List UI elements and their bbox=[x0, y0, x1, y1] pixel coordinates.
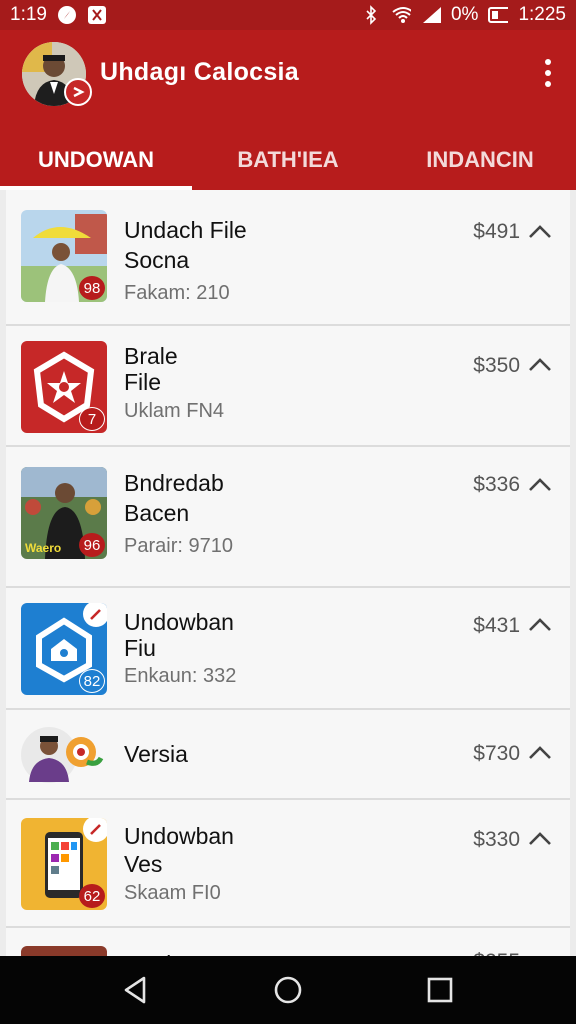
item-thumbnail bbox=[21, 722, 107, 788]
app-title: Uhdagı Calocsia bbox=[100, 58, 299, 86]
item-count-badge: 96 bbox=[79, 533, 105, 557]
list-item[interactable]: Versia $730 bbox=[6, 710, 570, 800]
item-title-line2: File bbox=[124, 369, 162, 395]
thumbnail-label: Waero bbox=[25, 541, 62, 555]
item-price: $350 bbox=[473, 354, 520, 377]
item-title-line1: Undowban bbox=[124, 609, 234, 635]
chevron-up-icon[interactable] bbox=[526, 829, 554, 849]
item-count-badge: 62 bbox=[79, 884, 105, 908]
tab-bathiea[interactable]: BATH'IEA bbox=[192, 130, 384, 190]
item-count-badge: 82 bbox=[79, 669, 105, 693]
recents-icon[interactable] bbox=[426, 976, 454, 1004]
item-title-line2: Ves bbox=[124, 851, 163, 877]
item-price: $330 bbox=[473, 828, 520, 851]
list-item[interactable]: 98 Undach File Socna Fakam: 210 $491 bbox=[6, 190, 570, 326]
item-thumbnail: 7 bbox=[21, 341, 107, 433]
tab-indancin[interactable]: INDANCIN bbox=[384, 130, 576, 190]
item-title-line2: Socna bbox=[124, 247, 190, 273]
wifi-icon bbox=[391, 5, 411, 25]
item-title-line1: Brale bbox=[124, 343, 178, 369]
home-icon[interactable] bbox=[273, 975, 303, 1005]
bluetooth-icon bbox=[361, 5, 381, 25]
compass-notification-icon bbox=[57, 5, 77, 25]
item-title-line2: Bacen bbox=[124, 500, 190, 526]
edit-pencil-icon[interactable] bbox=[83, 818, 107, 842]
list-item[interactable]: 82 Undowban Fiu Enkaun: 332 $431 bbox=[6, 588, 570, 710]
avatar-share-badge-icon[interactable] bbox=[64, 78, 92, 106]
edit-pencil-icon[interactable] bbox=[83, 603, 107, 627]
item-thumbnail: 98 bbox=[21, 210, 107, 302]
chevron-up-icon[interactable] bbox=[526, 355, 554, 375]
item-thumbnail: 62 bbox=[21, 818, 107, 910]
item-count-badge: 7 bbox=[79, 407, 105, 431]
list-item[interactable]: 7 Brale File Uklam FN4 $350 bbox=[6, 326, 570, 447]
item-price: $730 bbox=[473, 742, 520, 765]
app-notification-icon bbox=[87, 5, 107, 25]
chevron-up-icon[interactable] bbox=[526, 222, 554, 242]
battery-percent: 0% bbox=[450, 4, 479, 25]
app-bar: Uhdagı Calocsia UNDOWAN BATH'IEA INDANCI… bbox=[0, 30, 576, 190]
back-icon[interactable] bbox=[122, 975, 150, 1005]
chevron-up-icon[interactable] bbox=[526, 475, 554, 495]
signal-icon bbox=[421, 5, 441, 25]
list-item[interactable]: Waero 96 Bndredab Bacen Parair: 9710 $33… bbox=[6, 447, 570, 588]
overflow-menu-icon[interactable] bbox=[538, 56, 558, 90]
item-title-line1: Undowban bbox=[124, 823, 234, 849]
item-title-line1: Undach File bbox=[124, 217, 247, 243]
item-title-line2: Fiu bbox=[124, 635, 156, 661]
battery-icon bbox=[488, 5, 509, 25]
item-price: $491 bbox=[473, 220, 520, 243]
navigation-bar bbox=[0, 956, 576, 1024]
item-count-badge: 98 bbox=[79, 276, 105, 300]
item-subtitle: Parair: 9710 bbox=[124, 535, 233, 557]
item-title: Versia bbox=[124, 741, 188, 767]
chevron-up-icon[interactable] bbox=[526, 743, 554, 763]
item-subtitle: Uklam FN4 bbox=[124, 400, 225, 422]
item-thumbnail: 82 bbox=[21, 603, 107, 695]
chevron-up-icon[interactable] bbox=[526, 615, 554, 635]
item-thumbnail: Waero 96 bbox=[21, 467, 107, 559]
item-title-line1: Bndredab bbox=[124, 470, 224, 496]
item-subtitle: Enkaun: 332 bbox=[124, 665, 237, 687]
list-item[interactable]: 62 Undowban Ves Skaam FI0 $330 bbox=[6, 800, 570, 928]
status-time-right: 1:225 bbox=[518, 4, 566, 25]
tab-bar: UNDOWAN BATH'IEA INDANCIN bbox=[0, 130, 576, 190]
status-bar: 1:19 0% 1:225 bbox=[0, 0, 576, 30]
status-time-left: 1:19 bbox=[10, 4, 47, 25]
file-list: 98 Undach File Socna Fakam: 210 $491 7 B… bbox=[6, 190, 570, 968]
tab-undowan[interactable]: UNDOWAN bbox=[0, 130, 192, 190]
item-subtitle: Fakam: 210 bbox=[124, 282, 230, 304]
item-price: $336 bbox=[473, 473, 520, 496]
item-price: $431 bbox=[473, 614, 520, 637]
item-subtitle: Skaam FI0 bbox=[124, 882, 221, 904]
